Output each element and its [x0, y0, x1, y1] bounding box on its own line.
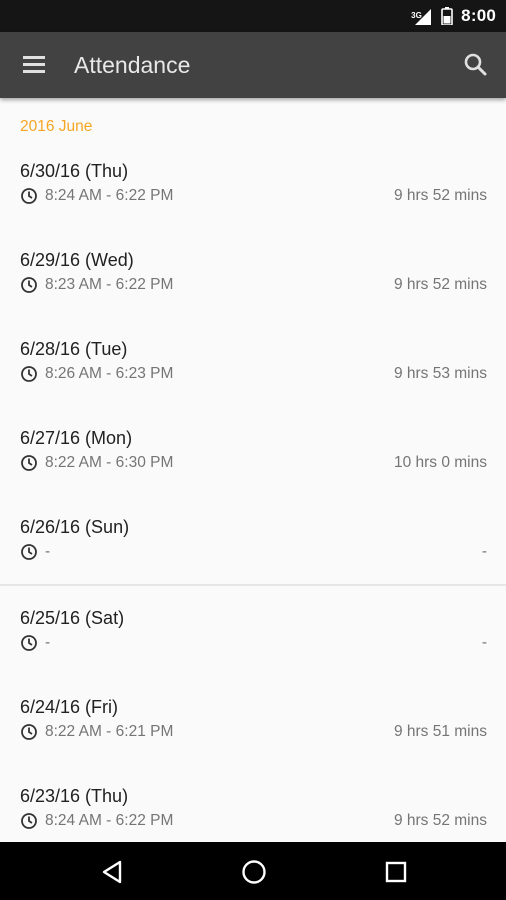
battery-icon: [441, 7, 453, 26]
attendance-entry[interactable]: 6/30/16 (Thu) 8:24 AM - 6:22 PM 9 hrs 52…: [0, 161, 506, 252]
search-icon[interactable]: [460, 49, 492, 81]
attendance-entry[interactable]: 6/29/16 (Wed) 8:23 AM - 6:22 PM 9 hrs 52…: [0, 250, 506, 341]
entry-time-range: 8:24 AM - 6:22 PM: [45, 812, 174, 829]
entry-date: 6/26/16 (Sun): [20, 517, 130, 537]
entry-time-range: 8:22 AM - 6:30 PM: [45, 454, 174, 471]
week-divider: [0, 584, 506, 586]
attendance-entry[interactable]: 6/27/16 (Mon) 8:22 AM - 6:30 PM 10 hrs 0…: [0, 428, 506, 519]
status-icons: 3G 8:00: [411, 0, 496, 32]
clock-icon: [20, 723, 38, 741]
attendance-entry[interactable]: 6/24/16 (Fri) 8:22 AM - 6:21 PM 9 hrs 51…: [0, 697, 506, 788]
status-time: 8:00: [461, 6, 496, 25]
system-nav-bar: [0, 842, 506, 900]
entry-time-range: 8:26 AM - 6:23 PM: [45, 365, 174, 382]
status-bar: 3G 8:00: [0, 0, 506, 32]
app-bar: Attendance: [0, 32, 506, 98]
entry-date: 6/25/16 (Sat): [20, 608, 125, 628]
attendance-entry[interactable]: 6/23/16 (Thu) 8:24 AM - 6:22 PM 9 hrs 52…: [0, 786, 506, 842]
home-circle-icon[interactable]: [239, 857, 269, 887]
entry-time-range: 8:24 AM - 6:22 PM: [45, 187, 174, 204]
month-section-header: 2016 June: [20, 118, 93, 135]
entry-duration: 9 hrs 52 mins: [393, 812, 487, 829]
back-triangle-icon[interactable]: [98, 857, 128, 887]
entry-date: 6/24/16 (Fri): [20, 697, 119, 717]
entry-time-range: 8:23 AM - 6:22 PM: [45, 276, 174, 293]
entry-date: 6/28/16 (Tue): [20, 339, 128, 359]
hamburger-menu-icon[interactable]: [19, 51, 51, 79]
clock-icon: [20, 543, 38, 561]
entry-time-range: -: [45, 543, 51, 560]
attendance-entry[interactable]: 6/26/16 (Sun) - -: [0, 517, 506, 608]
entry-time-range: -: [45, 634, 51, 651]
entry-duration: 10 hrs 0 mins: [393, 454, 487, 471]
entry-duration: 9 hrs 52 mins: [393, 187, 487, 204]
entry-date: 6/27/16 (Mon): [20, 428, 133, 448]
clock-icon: [20, 187, 38, 205]
clock-icon: [20, 454, 38, 472]
page-title: Attendance: [74, 52, 191, 78]
entry-date: 6/30/16 (Thu): [20, 161, 129, 181]
attendance-list: 2016 June 6/30/16 (Thu) 8:24 AM - 6:22 P…: [0, 98, 506, 842]
clock-icon: [20, 365, 38, 383]
entry-date: 6/23/16 (Thu): [20, 786, 129, 806]
cell-signal-icon: 3G: [411, 7, 433, 25]
entry-duration: -: [481, 634, 487, 651]
attendance-entry[interactable]: 6/25/16 (Sat) - -: [0, 608, 506, 699]
clock-icon: [20, 276, 38, 294]
attendance-entry[interactable]: 6/28/16 (Tue) 8:26 AM - 6:23 PM 9 hrs 53…: [0, 339, 506, 430]
clock-icon: [20, 634, 38, 652]
entry-duration: 9 hrs 51 mins: [393, 723, 487, 740]
clock-icon: [20, 812, 38, 830]
entry-time-range: 8:22 AM - 6:21 PM: [45, 723, 174, 740]
recents-square-icon[interactable]: [381, 857, 411, 887]
entry-date: 6/29/16 (Wed): [20, 250, 134, 270]
entry-duration: 9 hrs 52 mins: [393, 276, 487, 293]
entry-duration: 9 hrs 53 mins: [393, 365, 487, 382]
entry-duration: -: [481, 543, 487, 560]
